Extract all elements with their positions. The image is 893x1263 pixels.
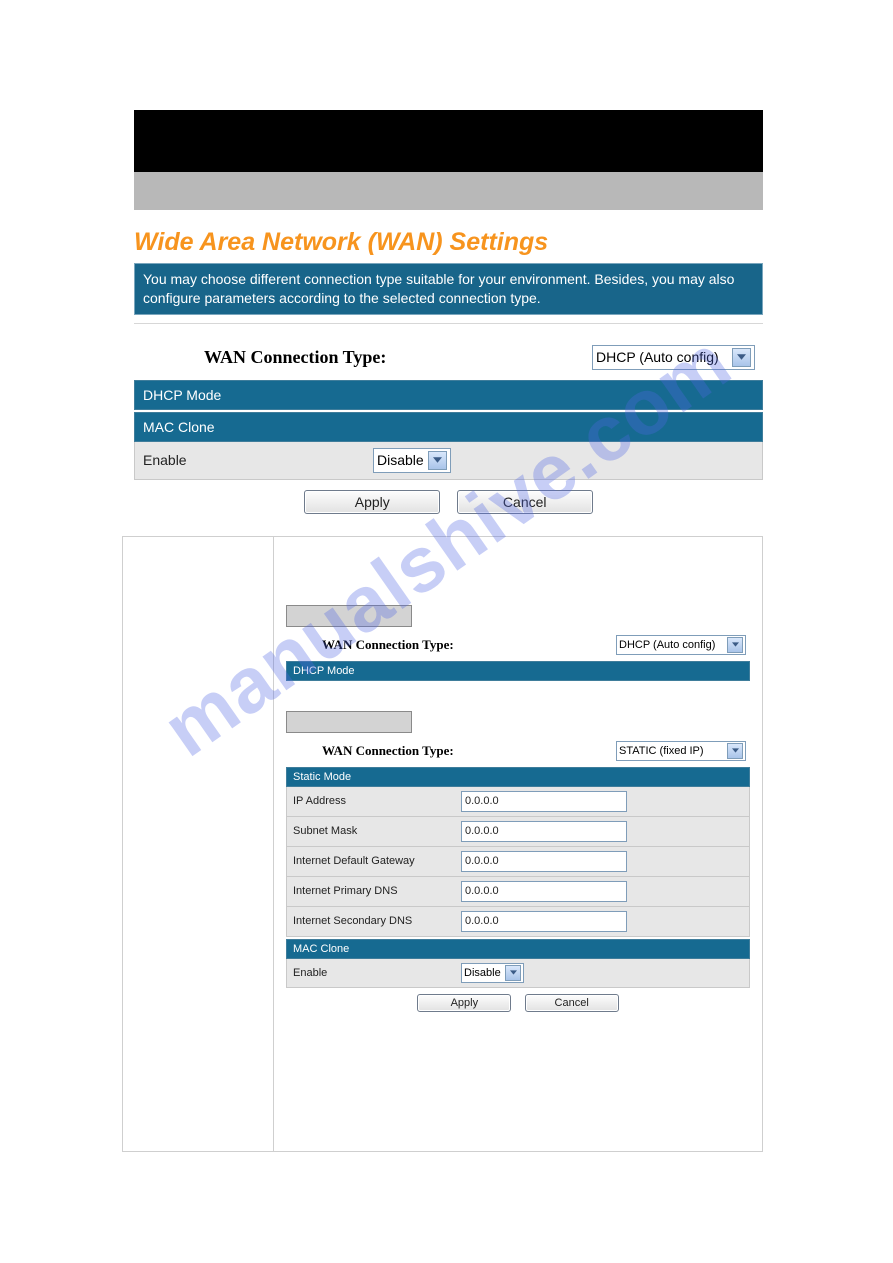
wan-connection-type-select[interactable]: DHCP (Auto config) xyxy=(592,345,755,370)
wan-connection-type-label: WAN Connection Type: xyxy=(322,637,454,653)
mac-clone-enable-row: Enable Disable xyxy=(286,959,750,988)
dhcp-mode-bar: DHCP Mode xyxy=(134,380,763,410)
ip-address-label: IP Address xyxy=(293,795,461,807)
primary-dns-label: Internet Primary DNS xyxy=(293,885,461,897)
mac-clone-enable-row: Enable Disable xyxy=(134,442,763,480)
default-gateway-label: Internet Default Gateway xyxy=(293,855,461,867)
chevron-down-icon xyxy=(428,451,447,470)
mac-clone-enable-value: Disable xyxy=(377,452,424,468)
chevron-down-icon xyxy=(727,743,743,759)
mac-clone-enable-select[interactable]: Disable xyxy=(461,963,524,983)
sub-gray-box-2 xyxy=(286,711,412,733)
chevron-down-icon xyxy=(505,965,521,981)
description-box: You may choose different connection type… xyxy=(134,263,763,315)
page-title: Wide Area Network (WAN) Settings xyxy=(134,228,763,257)
mac-clone-enable-value: Disable xyxy=(464,967,502,979)
ip-address-input[interactable] xyxy=(461,791,627,812)
secondary-dns-input[interactable] xyxy=(461,911,627,932)
chevron-down-icon xyxy=(727,637,743,653)
secondary-dns-row: Internet Secondary DNS xyxy=(286,907,750,937)
wan-connection-type-label: WAN Connection Type: xyxy=(322,743,454,759)
apply-button[interactable]: Apply xyxy=(304,490,440,514)
mac-clone-enable-select[interactable]: Disable xyxy=(373,448,451,473)
wan-connection-type-select-static[interactable]: STATIC (fixed IP) xyxy=(616,741,746,761)
wan-connection-type-value: STATIC (fixed IP) xyxy=(619,745,723,757)
enable-label: Enable xyxy=(143,452,373,468)
wan-connection-type-label: WAN Connection Type: xyxy=(204,347,386,368)
subnet-mask-row: Subnet Mask xyxy=(286,817,750,847)
cancel-button[interactable]: Cancel xyxy=(525,994,619,1012)
default-gateway-input[interactable] xyxy=(461,851,627,872)
chevron-down-icon xyxy=(732,348,751,367)
header-gray-band xyxy=(134,172,763,210)
primary-dns-input[interactable] xyxy=(461,881,627,902)
subnet-mask-label: Subnet Mask xyxy=(293,825,461,837)
wan-connection-type-value: DHCP (Auto config) xyxy=(619,639,723,651)
subnet-mask-input[interactable] xyxy=(461,821,627,842)
secondary-dns-label: Internet Secondary DNS xyxy=(293,915,461,927)
default-gateway-row: Internet Default Gateway xyxy=(286,847,750,877)
static-mode-bar: Static Mode xyxy=(286,767,750,787)
enable-label: Enable xyxy=(293,967,461,979)
primary-dns-row: Internet Primary DNS xyxy=(286,877,750,907)
apply-button[interactable]: Apply xyxy=(417,994,511,1012)
header-black-band xyxy=(134,110,763,172)
mac-clone-bar: MAC Clone xyxy=(286,939,750,959)
wan-connection-type-select-dhcp[interactable]: DHCP (Auto config) xyxy=(616,635,746,655)
ip-address-row: IP Address xyxy=(286,787,750,817)
sidebar-column xyxy=(123,537,274,1151)
mac-clone-bar: MAC Clone xyxy=(134,412,763,442)
wan-connection-type-value: DHCP (Auto config) xyxy=(596,349,726,365)
cancel-button[interactable]: Cancel xyxy=(457,490,593,514)
sub-gray-box-1 xyxy=(286,605,412,627)
nested-screenshot-panel: WAN Connection Type: DHCP (Auto config) … xyxy=(122,536,763,1152)
dhcp-mode-bar: DHCP Mode xyxy=(286,661,750,681)
